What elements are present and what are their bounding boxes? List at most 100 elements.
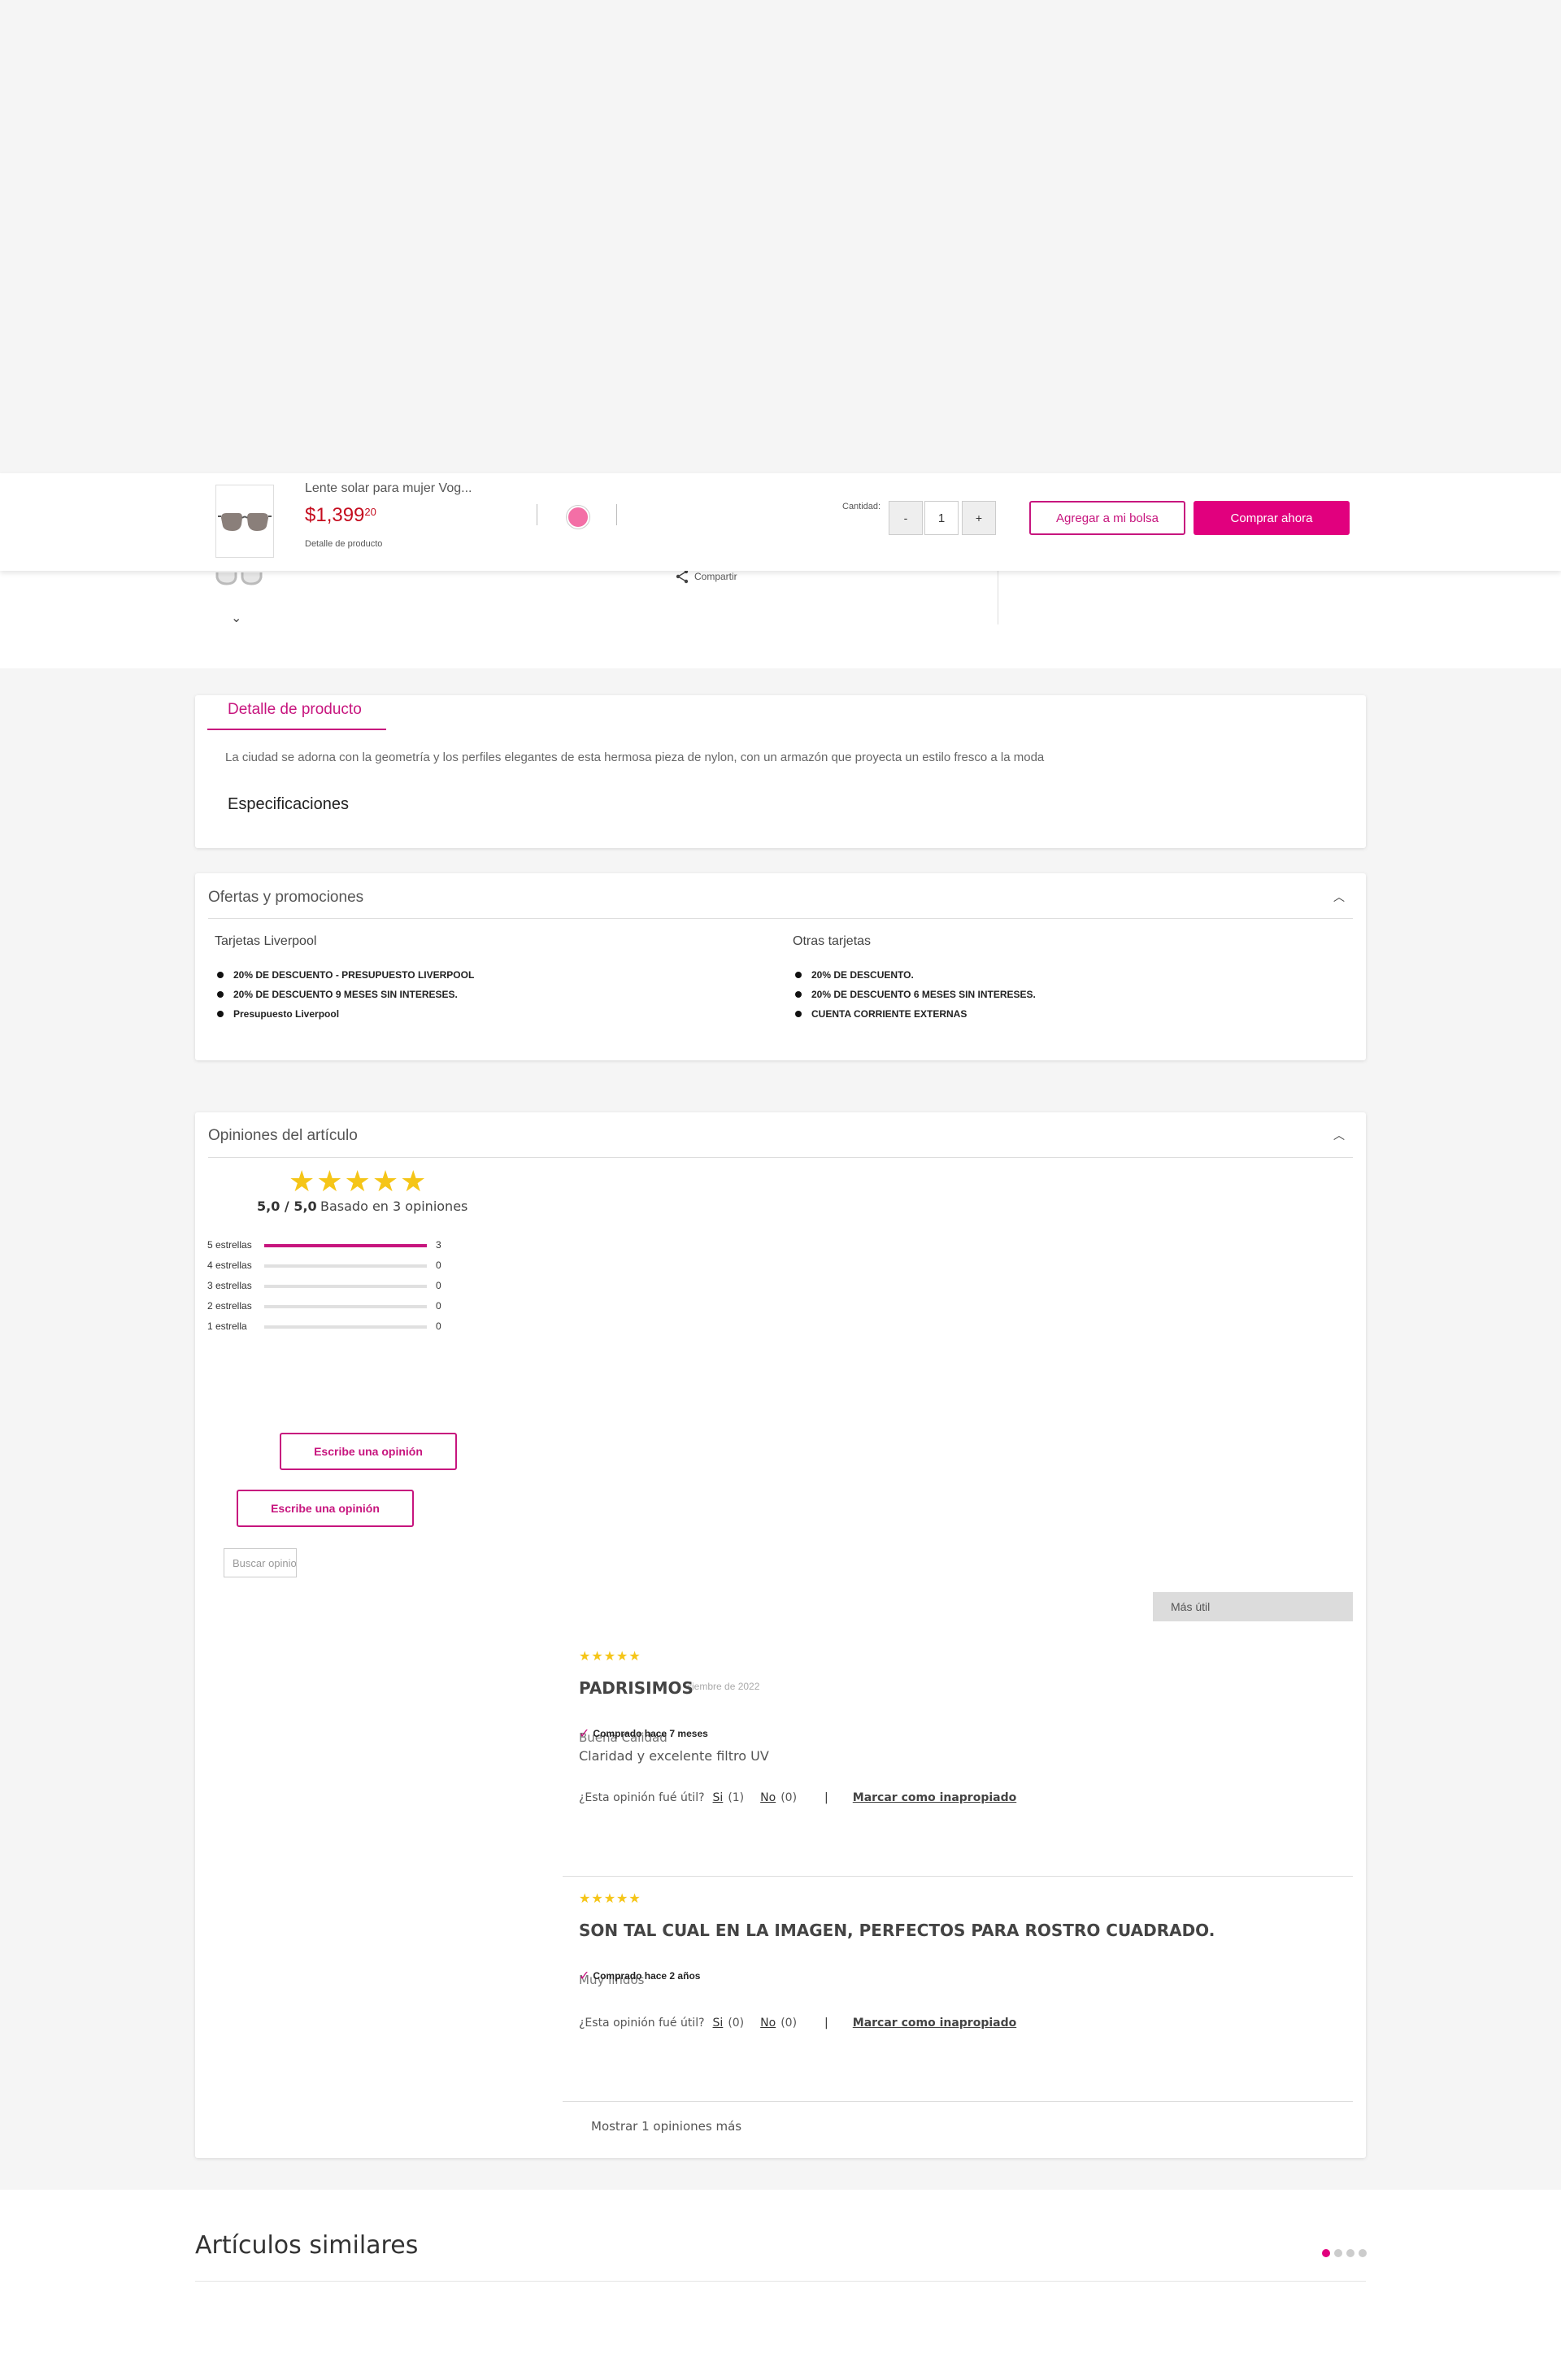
- separator: |: [824, 2017, 828, 2030]
- helpful-no-link[interactable]: No: [760, 1791, 776, 1804]
- divider: [208, 918, 1353, 919]
- verified-purchase: ✓ Comprado hace 2 años: [579, 1968, 700, 1984]
- review-helpful-row: ¿Esta opinión fué útil? Si (1) No (0) | …: [579, 1791, 1016, 1804]
- product-description: La ciudad se adorna con la geometría y l…: [225, 751, 1045, 764]
- buy-now-button[interactable]: Comprar ahora: [1194, 501, 1350, 535]
- helpful-no-count: (0): [780, 1791, 798, 1804]
- reviews-title[interactable]: Opiniones del artículo: [208, 1127, 358, 1145]
- reviews-card: [195, 1112, 1366, 2158]
- review-search-input[interactable]: Buscar opiniones: [224, 1548, 297, 1577]
- product-detail-link[interactable]: Detalle de producto: [305, 539, 382, 549]
- separator: |: [824, 1791, 828, 1804]
- share-icon: [676, 569, 689, 584]
- carousel-dot[interactable]: [1359, 2249, 1367, 2257]
- show-more-reviews-button[interactable]: Mostrar 1 opiniones más: [591, 2119, 741, 2134]
- other-cards-heading: Otras tarjetas: [793, 934, 872, 948]
- histogram-bar-track: [264, 1285, 427, 1288]
- share-button[interactable]: Compartir: [675, 569, 737, 584]
- promo-item: Presupuesto Liverpool: [217, 1008, 339, 1020]
- add-to-bag-button[interactable]: Agregar a mi bolsa: [1029, 501, 1185, 535]
- rating-count: Basado en 3 opiniones: [320, 1199, 468, 1214]
- sunglasses-icon: [218, 513, 272, 531]
- divider: [616, 504, 617, 525]
- gallery-chevron-down-icon[interactable]: ⌄: [231, 610, 241, 626]
- sticky-product-name: Lente solar para mujer Vog...: [305, 481, 472, 495]
- promo-item: 20% DE DESCUENTO.: [795, 969, 914, 981]
- divider: [195, 2281, 1366, 2282]
- helpful-question: ¿Esta opinión fué útil?: [579, 2017, 705, 2030]
- promo-item: 20% DE DESCUENTO 6 MESES SIN INTERESES.: [795, 989, 1036, 1000]
- carousel-dot-active[interactable]: [1322, 2249, 1330, 2257]
- histogram-bar-fill: [264, 1244, 427, 1247]
- quantity-label: Cantidad:: [842, 502, 881, 511]
- flag-inappropriate-link[interactable]: Marcar como inapropiado: [853, 1791, 1016, 1804]
- helpful-yes-count: (0): [728, 2017, 745, 2030]
- verified-purchase: ✓ Comprado hace 7 meses: [579, 1725, 708, 1742]
- price-main: $1,399: [305, 504, 365, 526]
- review-sort-select[interactable]: Más útil: [1153, 1592, 1353, 1621]
- helpful-yes-link[interactable]: Si: [713, 1791, 724, 1804]
- histogram-label[interactable]: 2 estrellas: [207, 1300, 252, 1312]
- histogram-label[interactable]: 4 estrellas: [207, 1260, 252, 1271]
- price-cents: 20: [364, 506, 376, 518]
- histogram-count: 0: [436, 1260, 441, 1271]
- histogram-bar-track: [264, 1325, 427, 1329]
- histogram-bar-track: [264, 1305, 427, 1308]
- divider: [563, 2101, 1353, 2102]
- histogram-label[interactable]: 5 estrellas: [207, 1239, 252, 1251]
- helpful-question: ¿Esta opinión fué útil?: [579, 1791, 705, 1804]
- review-date: ciembre de 2022: [687, 1681, 760, 1692]
- divider: [208, 1157, 1353, 1158]
- rating-average: 5,0 / 5,0: [257, 1199, 317, 1214]
- histogram-bar-track: [264, 1244, 427, 1247]
- share-label: Compartir: [694, 571, 737, 582]
- histogram-count: 0: [436, 1280, 441, 1291]
- review-helpful-row: ¿Esta opinión fué útil? Si (0) No (0) | …: [579, 2017, 1016, 2030]
- check-icon: ✓: [579, 1727, 590, 1741]
- promo-item: 20% DE DESCUENTO 9 MESES SIN INTERESES.: [217, 989, 458, 1000]
- review-stars: ★★★★★: [579, 1650, 641, 1664]
- review-stars: ★★★★★: [579, 1892, 641, 1906]
- histogram-label[interactable]: 1 estrella: [207, 1321, 247, 1332]
- flag-inappropriate-link[interactable]: Marcar como inapropiado: [853, 2017, 1016, 2030]
- chevron-up-icon[interactable]: ︿: [1333, 1127, 1345, 1143]
- histogram-label[interactable]: 3 estrellas: [207, 1280, 252, 1291]
- histogram-count: 0: [436, 1321, 441, 1332]
- chevron-up-icon[interactable]: ︿: [1333, 889, 1345, 905]
- promotions-title[interactable]: Ofertas y promociones: [208, 889, 363, 907]
- write-review-button-secondary[interactable]: Escribe una opinión: [237, 1490, 414, 1527]
- carousel-dot[interactable]: [1346, 2249, 1354, 2257]
- quantity-increase-button[interactable]: +: [962, 501, 996, 535]
- review-title: PADRISIMOS: [579, 1678, 694, 1698]
- promo-item: 20% DE DESCUENTO - PRESUPUESTO LIVERPOOL: [217, 969, 474, 981]
- liverpool-cards-heading: Tarjetas Liverpool: [215, 934, 317, 948]
- promo-item: CUENTA CORRIENTE EXTERNAS: [795, 1008, 967, 1020]
- helpful-no-count: (0): [780, 2017, 798, 2030]
- review-title: SON TAL CUAL EN LA IMAGEN, PERFECTOS PAR…: [579, 1921, 1215, 1940]
- rating-stars: ★★★★★: [289, 1164, 428, 1198]
- histogram-bar-track: [264, 1264, 427, 1268]
- tab-active-underline: [207, 729, 386, 730]
- purchase-age: Comprado hace 2 años: [593, 1970, 701, 1982]
- divider: [563, 1876, 1353, 1877]
- histogram-count: 0: [436, 1300, 441, 1312]
- quantity-input[interactable]: 1: [924, 501, 959, 535]
- sunglasses-icon: [215, 572, 263, 585]
- carousel-pagination: [1322, 2249, 1367, 2257]
- specifications-toggle[interactable]: Especificaciones: [228, 795, 349, 814]
- check-icon: ✓: [579, 1969, 590, 1983]
- tab-product-detail[interactable]: Detalle de producto: [228, 701, 362, 719]
- write-review-button[interactable]: Escribe una opinión: [280, 1433, 457, 1470]
- quantity-decrease-button[interactable]: -: [889, 501, 923, 535]
- sticky-product-price: $1,39920: [305, 504, 376, 527]
- product-thumbnail[interactable]: [215, 485, 274, 558]
- gallery-thumbnail-partial[interactable]: [214, 571, 264, 594]
- similar-articles-section: [0, 2190, 1561, 2380]
- carousel-dot[interactable]: [1334, 2249, 1342, 2257]
- helpful-no-link[interactable]: No: [760, 2017, 776, 2030]
- similar-articles-title: Artículos similares: [195, 2231, 419, 2260]
- helpful-yes-link[interactable]: Si: [713, 2017, 724, 2030]
- color-swatch-pink[interactable]: [567, 506, 589, 529]
- review-body: Claridad y excelente filtro UV: [579, 1748, 769, 1764]
- helpful-yes-count: (1): [728, 1791, 745, 1804]
